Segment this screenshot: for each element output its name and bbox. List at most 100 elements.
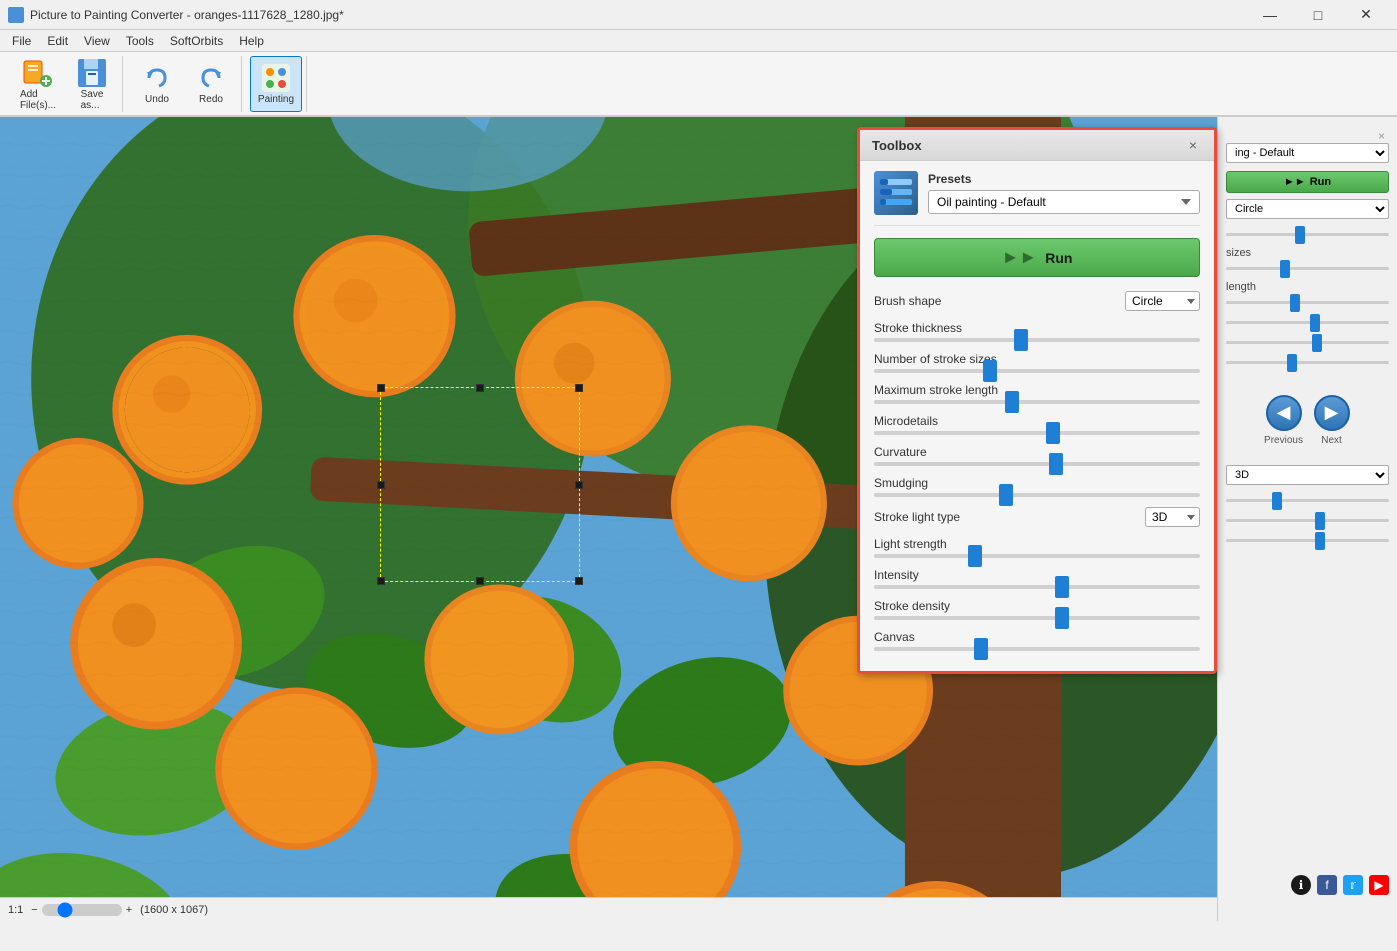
menu-file[interactable]: File — [4, 32, 39, 50]
save-as-button[interactable]: Saveas... — [66, 56, 118, 112]
mini-presets-select[interactable]: ing - Default — [1226, 143, 1389, 163]
add-files-label: AddFile(s)... — [20, 89, 56, 111]
run-button[interactable]: ►► Run — [874, 238, 1200, 277]
mini-intensity-section — [1226, 513, 1389, 525]
undo-icon — [141, 62, 173, 94]
add-files-button[interactable]: AddFile(s)... — [12, 56, 64, 112]
undo-button[interactable]: Undo — [131, 56, 183, 112]
mini-smudging-slider[interactable] — [1226, 361, 1389, 364]
mini-run-label: Run — [1310, 176, 1331, 188]
nav-buttons-row: ◀ Previous ▶ Next — [1226, 375, 1389, 465]
run-arrow-icon: ►► — [1002, 247, 1038, 268]
zoom-in-icon[interactable]: + — [126, 904, 132, 916]
param-stroke-thickness: Stroke thickness — [874, 321, 1200, 342]
painting-label: Painting — [258, 94, 294, 105]
stroke-thickness-slider-container — [874, 338, 1200, 342]
param-microdetails: Microdetails — [874, 414, 1200, 435]
menu-edit[interactable]: Edit — [39, 32, 76, 50]
mini-intensity-slider[interactable] — [1226, 519, 1389, 522]
right-panel-close-button[interactable]: × — [1226, 129, 1389, 143]
microdetails-slider[interactable] — [874, 431, 1200, 435]
toolbar-history-group: Undo Redo — [127, 56, 242, 112]
redo-icon — [195, 62, 227, 94]
presets-label: Presets — [928, 172, 1200, 186]
previous-label: Previous — [1264, 435, 1303, 446]
mini-stroke-light-type-select[interactable]: 3D Flat None — [1226, 465, 1389, 485]
light-strength-slider-container — [874, 554, 1200, 558]
zoom-out-icon[interactable]: − — [31, 904, 37, 916]
canvas-slider-container — [874, 647, 1200, 651]
window-controls: — □ ✕ — [1247, 0, 1389, 30]
param-stroke-density: Stroke density — [874, 599, 1200, 620]
stroke-sizes-slider-container — [874, 369, 1200, 373]
mini-curvature-section — [1226, 335, 1389, 347]
save-as-icon — [76, 57, 108, 89]
intensity-slider[interactable] — [874, 585, 1200, 589]
close-button[interactable]: ✕ — [1343, 0, 1389, 30]
title-bar: Picture to Painting Converter - oranges-… — [0, 0, 1397, 30]
presets-icon — [874, 171, 918, 215]
mini-brush-shape-select[interactable]: Circle Square — [1226, 199, 1389, 219]
maximize-button[interactable]: □ — [1295, 0, 1341, 30]
run-label: Run — [1045, 250, 1072, 266]
stroke-light-type-select[interactable]: 3D Flat None — [1145, 507, 1200, 527]
mini-run-button[interactable]: ►► Run — [1226, 171, 1389, 193]
stroke-sizes-slider[interactable] — [874, 369, 1200, 373]
menu-softorbits[interactable]: SoftOrbits — [162, 32, 231, 50]
mini-sizes-label: sizes — [1226, 247, 1389, 259]
stroke-density-slider[interactable] — [874, 616, 1200, 620]
menu-tools[interactable]: Tools — [118, 32, 162, 50]
mini-microdetails-section — [1226, 315, 1389, 327]
next-arrow-icon: ▶ — [1314, 395, 1350, 431]
brush-shape-select[interactable]: Circle Square Diamond — [1125, 291, 1200, 311]
previous-arrow-icon: ◀ — [1266, 395, 1302, 431]
mini-curvature-slider[interactable] — [1226, 341, 1389, 344]
mini-stroke-light-type-section: 3D Flat None — [1226, 465, 1389, 485]
param-smudging: Smudging — [874, 476, 1200, 497]
max-stroke-length-slider[interactable] — [874, 400, 1200, 404]
light-strength-slider[interactable] — [874, 554, 1200, 558]
stroke-thickness-slider[interactable] — [874, 338, 1200, 342]
mini-stroke-length-slider[interactable] — [1226, 301, 1389, 304]
minimize-button[interactable]: — — [1247, 0, 1293, 30]
param-curvature: Curvature — [874, 445, 1200, 466]
status-bar: 1:1 − + (1600 x 1067) — [0, 897, 1217, 921]
next-button[interactable]: ▶ Next — [1310, 375, 1354, 465]
menu-help[interactable]: Help — [231, 32, 272, 50]
zoom-level: 1:1 — [8, 904, 23, 916]
smudging-slider[interactable] — [874, 493, 1200, 497]
canvas-slider[interactable] — [874, 647, 1200, 651]
presets-controls: Presets Oil painting - Default Watercolo… — [928, 172, 1200, 214]
window-title: Picture to Painting Converter - oranges-… — [30, 8, 344, 22]
main-content: 1:1 − + (1600 x 1067) Toolbox × Presets — [0, 117, 1397, 921]
mini-stroke-density-slider[interactable] — [1226, 539, 1389, 542]
zoom-slider[interactable] — [42, 904, 122, 916]
redo-button[interactable]: Redo — [185, 56, 237, 112]
info-icon[interactable]: ℹ — [1291, 875, 1311, 895]
stroke-light-type-label: Stroke light type — [874, 510, 960, 524]
painting-button[interactable]: Painting — [250, 56, 302, 112]
zoom-controls: − + — [31, 904, 132, 916]
save-as-label: Saveas... — [81, 89, 104, 111]
toolbox-close-button[interactable]: × — [1184, 136, 1202, 154]
facebook-icon[interactable]: f — [1317, 875, 1337, 895]
mini-microdetails-slider[interactable] — [1226, 321, 1389, 324]
toolbar-file-group: AddFile(s)... Saveas... — [8, 56, 123, 112]
mini-stroke-sizes-slider[interactable] — [1226, 267, 1389, 270]
presets-select[interactable]: Oil painting - Default Watercolor Pencil… — [928, 190, 1200, 214]
mini-stroke-sizes-section: sizes — [1226, 247, 1389, 273]
menu-view[interactable]: View — [76, 32, 118, 50]
param-canvas: Canvas — [874, 630, 1200, 651]
param-brush-shape: Brush shape Circle Square Diamond — [874, 291, 1200, 311]
param-light-strength: Light strength — [874, 537, 1200, 558]
previous-button[interactable]: ◀ Previous — [1262, 375, 1306, 465]
right-panel: × ing - Default ►► Run Circle Square — [1217, 117, 1397, 921]
brush-shape-label: Brush shape — [874, 294, 941, 308]
mini-light-strength-slider[interactable] — [1226, 499, 1389, 502]
toolbox-title: Toolbox — [872, 138, 922, 153]
mini-stroke-thickness-slider[interactable] — [1226, 233, 1389, 236]
curvature-slider[interactable] — [874, 462, 1200, 466]
mini-run-arrow-icon: ►► — [1284, 176, 1306, 188]
twitter-icon[interactable]: 𝕣 — [1343, 875, 1363, 895]
youtube-icon[interactable]: ▶ — [1369, 875, 1389, 895]
